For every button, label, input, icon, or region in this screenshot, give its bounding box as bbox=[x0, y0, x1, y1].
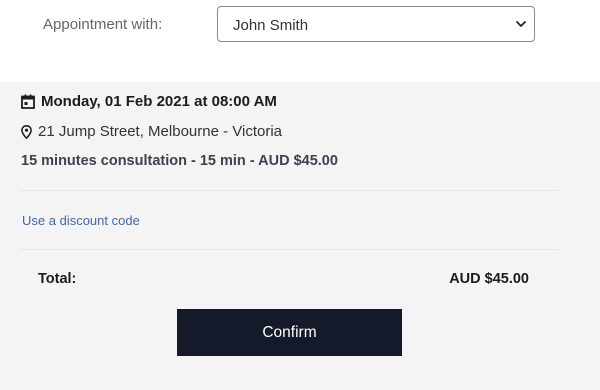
appointment-header: Appointment with: John Smith bbox=[0, 0, 600, 82]
appointment-datetime: Monday, 01 Feb 2021 at 08:00 AM bbox=[41, 93, 277, 110]
confirm-button[interactable]: Confirm bbox=[177, 309, 402, 356]
chevron-down-icon[interactable] bbox=[516, 20, 526, 28]
discount-code-link[interactable]: Use a discount code bbox=[22, 213, 140, 228]
address-row: 21 Jump Street, Melbourne - Victoria bbox=[21, 123, 282, 140]
datetime-row: Monday, 01 Feb 2021 at 08:00 AM bbox=[21, 93, 277, 110]
total-value: AUD $45.00 bbox=[449, 271, 529, 287]
service-description: 15 minutes consultation - 15 min - AUD $… bbox=[21, 153, 338, 169]
staff-select[interactable]: John Smith bbox=[217, 6, 535, 42]
staff-select-value[interactable]: John Smith bbox=[233, 17, 308, 34]
service-row: 15 minutes consultation - 15 min - AUD $… bbox=[21, 153, 338, 169]
calendar-icon bbox=[21, 94, 35, 109]
booking-summary-panel: Monday, 01 Feb 2021 at 08:00 AM 21 Jump … bbox=[0, 82, 600, 390]
appointment-label: Appointment with: bbox=[43, 16, 163, 33]
divider bbox=[21, 190, 559, 191]
divider bbox=[21, 249, 559, 250]
map-pin-icon bbox=[21, 124, 32, 139]
total-label: Total: bbox=[38, 271, 77, 287]
appointment-address: 21 Jump Street, Melbourne - Victoria bbox=[38, 123, 283, 140]
